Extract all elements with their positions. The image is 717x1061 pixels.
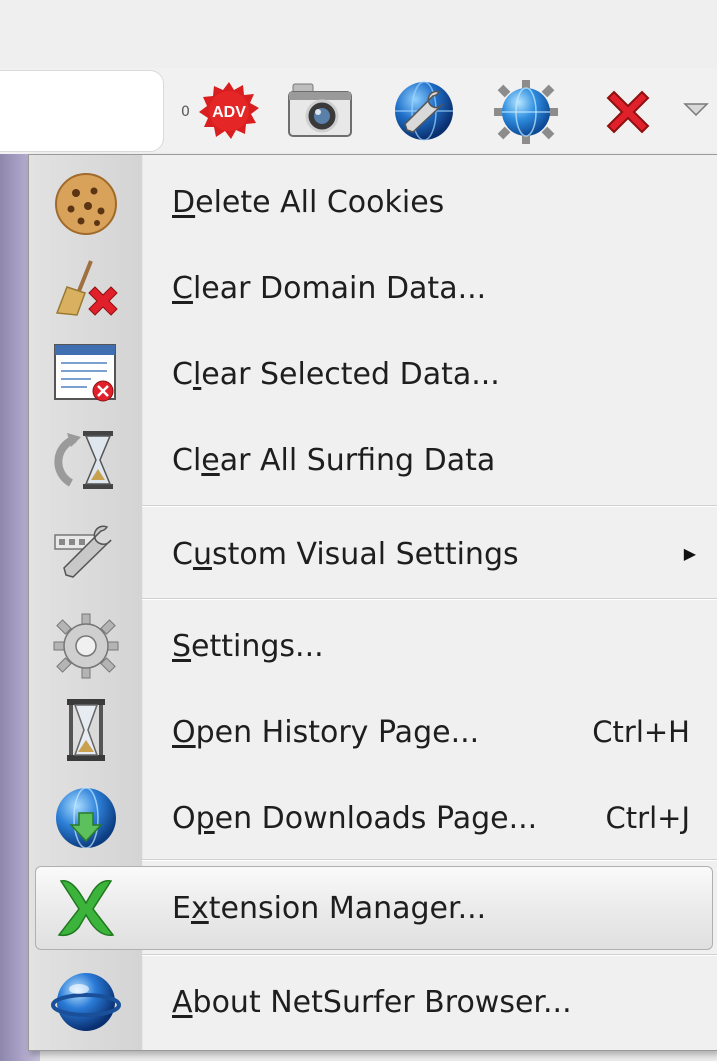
menu-item-clear-domain-data[interactable]: Clear Domain Data... xyxy=(29,243,717,329)
menu-item-shortcut: Ctrl+H xyxy=(592,715,690,749)
broom-icon xyxy=(55,260,118,316)
menu-item-open-downloads-page[interactable]: Open Downloads Page... Ctrl+J xyxy=(29,773,717,859)
cookie-icon xyxy=(55,173,117,235)
gear-icon xyxy=(53,613,119,679)
globe-wrench-icon[interactable] xyxy=(391,78,457,144)
menu-item-settings[interactable]: Settings... xyxy=(29,601,717,687)
submenu-arrow-icon: ▶ xyxy=(683,544,696,563)
close-icon[interactable] xyxy=(600,84,656,140)
menu-item-label: Delete All Cookies xyxy=(172,185,445,220)
adblock-count: 0 xyxy=(181,104,190,120)
window-titlebar xyxy=(0,0,717,68)
address-bar[interactable] xyxy=(0,70,164,152)
menu-item-label: Settings... xyxy=(172,629,324,664)
netsurfer-logo-icon xyxy=(51,973,121,1031)
menu-item-clear-all-surfing-data[interactable]: Clear All Surfing Data xyxy=(29,415,717,503)
menu-item-delete-all-cookies[interactable]: Delete All Cookies xyxy=(29,157,717,243)
menu-item-label: Extension Manager... xyxy=(172,891,487,926)
menu-item-open-history-page[interactable]: Open History Page... Ctrl+H xyxy=(29,687,717,773)
menu-item-about[interactable]: About NetSurfer Browser... xyxy=(29,957,717,1047)
menu-item-extension-manager[interactable]: Extension Manager... xyxy=(29,867,717,947)
chevron-down-icon[interactable] xyxy=(683,101,709,117)
tools-dropdown-menu: Delete All Cookies Clear Domain Data... … xyxy=(28,154,717,1051)
hourglass-icon xyxy=(67,699,105,761)
wrench-toolbar-icon xyxy=(54,525,112,578)
globe-gear-icon[interactable] xyxy=(492,78,560,146)
menu-item-label: About NetSurfer Browser... xyxy=(172,985,572,1020)
menu-item-label: Clear Selected Data... xyxy=(172,357,500,392)
extension-x-icon xyxy=(57,879,115,937)
menu-item-label: Custom Visual Settings xyxy=(172,537,519,572)
menu-item-shortcut: Ctrl+J xyxy=(605,801,690,835)
menu-separator xyxy=(142,859,717,861)
menu-item-clear-selected-data[interactable]: Clear Selected Data... xyxy=(29,329,717,415)
adblock-badge-text: ADV xyxy=(212,104,246,121)
menu-item-label: Open History Page... xyxy=(172,715,480,750)
menu-item-custom-visual-settings[interactable]: Custom Visual Settings ▶ xyxy=(29,507,717,597)
adblock-icon[interactable]: ADV xyxy=(197,80,261,144)
menu-separator xyxy=(142,598,717,600)
hourglass-refresh-icon xyxy=(54,431,113,489)
menu-item-label: Open Downloads Page... xyxy=(172,801,538,836)
menu-item-label: Clear Domain Data... xyxy=(172,271,487,306)
menu-item-label: Clear All Surfing Data xyxy=(172,443,496,478)
menu-separator xyxy=(142,954,717,956)
window-delete-icon xyxy=(54,344,116,402)
globe-download-icon xyxy=(56,787,116,849)
camera-icon[interactable] xyxy=(287,82,353,140)
